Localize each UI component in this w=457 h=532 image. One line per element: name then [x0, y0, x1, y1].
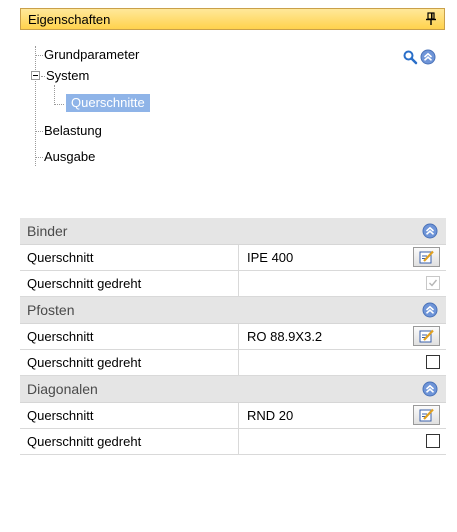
- section-title: Pfosten: [27, 302, 75, 318]
- tree-item-grundparameter[interactable]: Grundparameter: [44, 46, 139, 64]
- rotated-checkbox[interactable]: [426, 434, 440, 448]
- edit-icon: [419, 250, 434, 264]
- edit-button[interactable]: [413, 247, 440, 267]
- property-grid: Binder Querschnitt IPE 400 Querschnitt g…: [20, 218, 446, 455]
- property-name: Querschnitt gedreht: [20, 271, 239, 296]
- section-binder[interactable]: Binder: [20, 218, 446, 245]
- section-diagonalen[interactable]: Diagonalen: [20, 376, 446, 403]
- property-row: Querschnitt gedreht: [20, 350, 446, 376]
- property-value-cell[interactable]: RND 20: [239, 403, 446, 428]
- property-value-cell[interactable]: [239, 350, 446, 375]
- tree-item-label: Belastung: [44, 123, 102, 138]
- navigation-tree: Grundparameter System Querschnitte Belas…: [0, 0, 457, 200]
- property-name: Querschnitt: [20, 324, 239, 349]
- system-expander[interactable]: [31, 71, 40, 80]
- tree-item-system[interactable]: System: [46, 67, 89, 85]
- property-row: Querschnitt IPE 400: [20, 245, 446, 271]
- chevron-double-up-icon[interactable]: [422, 223, 438, 239]
- property-value-cell[interactable]: [239, 429, 446, 454]
- edit-button[interactable]: [413, 405, 440, 425]
- property-value: IPE 400: [247, 250, 294, 265]
- chevron-double-up-icon[interactable]: [422, 302, 438, 318]
- property-value-cell[interactable]: IPE 400: [239, 245, 446, 270]
- property-value-cell[interactable]: RO 88.9X3.2: [239, 324, 446, 349]
- checkmark-icon: [429, 279, 438, 287]
- chevron-double-up-icon[interactable]: [420, 49, 436, 65]
- tree-item-ausgabe[interactable]: Ausgabe: [44, 148, 95, 166]
- property-name: Querschnitt gedreht: [20, 350, 239, 375]
- tree-item-belastung[interactable]: Belastung: [44, 122, 102, 140]
- property-value: RO 88.9X3.2: [247, 329, 323, 344]
- property-value: RND 20: [247, 408, 294, 423]
- search-icon[interactable]: [402, 49, 418, 65]
- rotated-checkbox: [426, 276, 440, 290]
- edit-icon: [419, 408, 434, 422]
- property-row: Querschnitt gedreht: [20, 429, 446, 455]
- tree-item-label: Grundparameter: [44, 47, 140, 62]
- property-row: Querschnitt gedreht: [20, 271, 446, 297]
- chevron-double-up-icon[interactable]: [422, 381, 438, 397]
- edit-icon: [419, 329, 434, 343]
- tree-item-label: Querschnitte: [71, 95, 145, 110]
- section-pfosten[interactable]: Pfosten: [20, 297, 446, 324]
- section-title: Binder: [27, 223, 68, 239]
- property-name: Querschnitt: [20, 245, 239, 270]
- property-row: Querschnitt RO 88.9X3.2: [20, 324, 446, 350]
- tree-item-label: System: [46, 68, 90, 83]
- rotated-checkbox[interactable]: [426, 355, 440, 369]
- property-name: Querschnitt gedreht: [20, 429, 239, 454]
- edit-button[interactable]: [413, 326, 440, 346]
- section-title: Diagonalen: [27, 381, 98, 397]
- tree-item-querschnitte[interactable]: Querschnitte: [66, 94, 150, 112]
- tree-item-label: Ausgabe: [44, 149, 96, 164]
- property-row: Querschnitt RND 20: [20, 403, 446, 429]
- property-value-cell: [239, 271, 446, 296]
- property-name: Querschnitt: [20, 403, 239, 428]
